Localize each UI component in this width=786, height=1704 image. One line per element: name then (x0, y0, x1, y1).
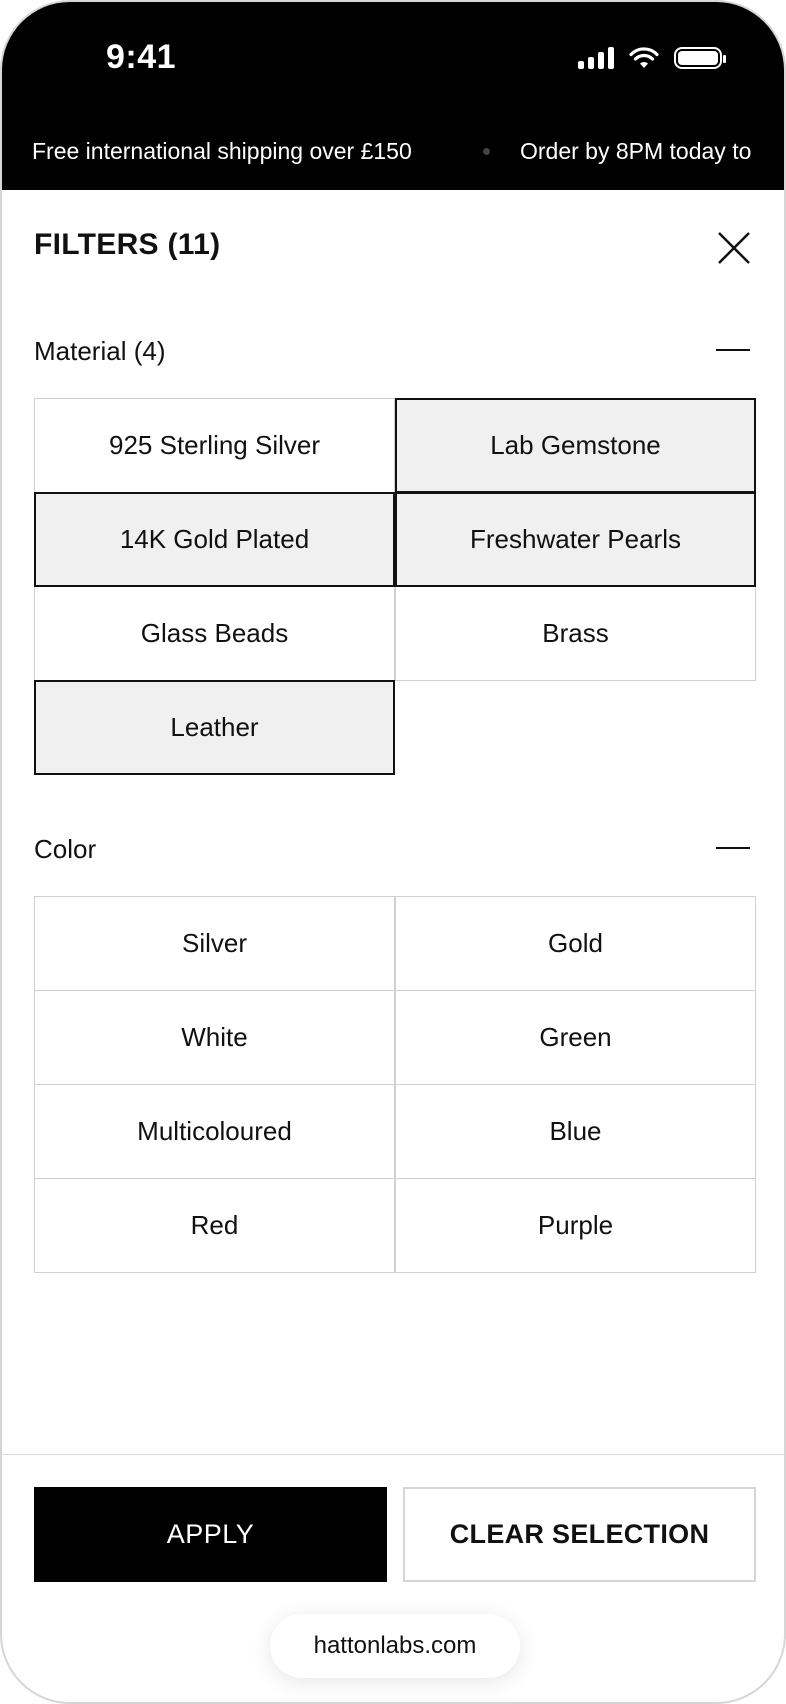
color-option[interactable]: Red (34, 1178, 395, 1273)
material-option-label: Leather (170, 712, 259, 742)
color-option-label: White (181, 1022, 248, 1052)
battery-icon (674, 47, 726, 69)
color-option[interactable]: Green (395, 990, 756, 1085)
minus-icon[interactable] (716, 340, 750, 360)
material-option[interactable]: Lab Gemstone (395, 398, 756, 493)
material-option[interactable]: 14K Gold Plated (34, 492, 395, 587)
material-option-label: Freshwater Pearls (470, 524, 681, 554)
material-option-label: Brass (542, 618, 609, 648)
color-option-label: Gold (548, 928, 603, 958)
url-bar[interactable]: hattonlabs.com (270, 1614, 520, 1678)
wifi-icon (629, 47, 659, 68)
material-option-label: 14K Gold Plated (119, 524, 310, 554)
status-bar: 9:41 (2, 2, 784, 120)
color-option[interactable]: White (34, 990, 395, 1085)
filters-title: FILTERS (11) (34, 228, 221, 261)
color-option[interactable]: Multicoloured (34, 1084, 395, 1179)
color-option-label: Green (539, 1022, 612, 1052)
status-time: 9:41 (106, 38, 177, 76)
status-icons (578, 46, 726, 70)
announcement-bar: Free international shipping over £150 Or… (2, 120, 784, 190)
color-option[interactable]: Blue (395, 1084, 756, 1179)
color-option[interactable]: Purple (395, 1178, 756, 1273)
apply-button[interactable]: APPLY (34, 1487, 387, 1582)
color-option-label: Silver (181, 928, 247, 958)
material-option[interactable]: 925 Sterling Silver (34, 398, 395, 493)
material-option[interactable]: Glass Beads (34, 586, 395, 681)
clear-selection-button[interactable]: CLEAR SELECTION (403, 1487, 756, 1582)
close-icon[interactable] (714, 228, 754, 268)
color-option[interactable]: Gold (395, 896, 756, 991)
color-option-label: Purple (537, 1210, 614, 1240)
color-option-label: Red (190, 1210, 239, 1240)
material-option[interactable]: Leather (34, 680, 395, 775)
color-section-title[interactable]: Color (34, 834, 96, 865)
material-option-label: Lab Gemstone (490, 430, 661, 460)
color-option-label: Blue (549, 1116, 602, 1146)
material-option[interactable]: Freshwater Pearls (395, 492, 756, 587)
footer-divider (2, 1454, 784, 1455)
color-option[interactable]: Silver (34, 896, 395, 991)
material-option[interactable]: Brass (395, 586, 756, 681)
announcement-message: Order by 8PM today to (520, 138, 752, 164)
separator-dot (483, 148, 490, 155)
material-section-title[interactable]: Material (4) (34, 336, 165, 367)
minus-icon[interactable] (716, 838, 750, 858)
material-option-label: Glass Beads (140, 618, 289, 648)
cellular-signal-icon (578, 47, 614, 69)
color-option-label: Multicoloured (137, 1116, 292, 1146)
material-option-label: 925 Sterling Silver (109, 430, 320, 460)
phone-frame: 9:41 Free international shipping over £1… (0, 0, 786, 1704)
announcement-message: Free international shipping over £150 (32, 138, 412, 164)
